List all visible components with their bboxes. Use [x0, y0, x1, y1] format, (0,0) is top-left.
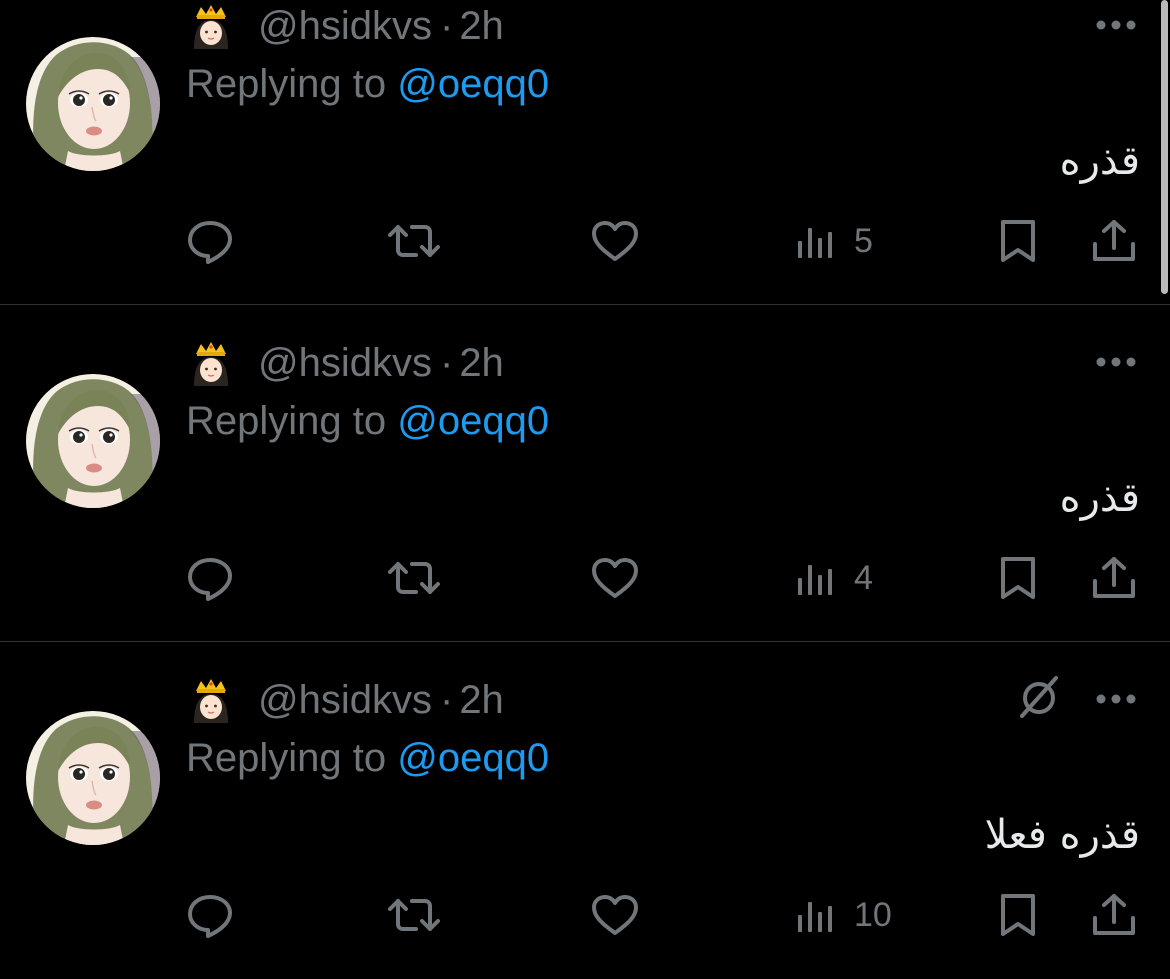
replying-to-handle-link[interactable]: @oeqq0: [397, 736, 549, 780]
bar-chart-icon: [798, 565, 832, 595]
tweet-header: @hsidkvs · 2h: [190, 0, 504, 54]
retweet-button[interactable]: [386, 892, 442, 938]
like-button[interactable]: [590, 892, 640, 938]
more-dots-icon[interactable]: [1094, 692, 1138, 706]
replying-to-handle-link[interactable]: @oeqq0: [397, 62, 549, 106]
reply-button[interactable]: [186, 892, 234, 938]
like-button[interactable]: [590, 218, 640, 264]
views-button[interactable]: 4: [796, 555, 873, 601]
speech-bubble-icon: [188, 558, 232, 601]
tweet-header: @hsidkvs · 2h: [190, 335, 504, 391]
heart-icon: [592, 221, 638, 261]
tweet-card[interactable]: @hsidkvs · 2h Replying to @oeqq0 قذره فع…: [0, 642, 1170, 979]
tweet-text: قذره فعلا: [984, 812, 1140, 858]
share-button[interactable]: [1090, 218, 1138, 264]
bookmark-button[interactable]: [996, 892, 1040, 938]
crowned-person-emoji-icon: [190, 340, 232, 386]
separator-dot: ·: [439, 340, 454, 385]
more-dots-icon[interactable]: [1094, 18, 1138, 32]
share-button[interactable]: [1090, 892, 1138, 938]
speech-bubble-icon: [188, 221, 232, 264]
user-handle[interactable]: @hsidkvs: [258, 4, 432, 49]
replying-to-line: Replying to @oeqq0: [186, 62, 549, 107]
replying-to-label: Replying to: [186, 736, 387, 780]
share-button[interactable]: [1090, 555, 1138, 601]
views-button[interactable]: 10: [796, 892, 892, 938]
bar-chart-icon: [798, 902, 832, 932]
replying-to-label: Replying to: [186, 62, 387, 106]
retweet-icon: [388, 562, 440, 594]
bar-chart-icon: [798, 228, 832, 258]
replying-to-handle-link[interactable]: @oeqq0: [397, 399, 549, 443]
crowned-person-emoji-icon: [190, 3, 232, 49]
avatar[interactable]: [26, 711, 160, 845]
heart-icon: [592, 558, 638, 598]
separator-dot: ·: [439, 677, 454, 722]
retweet-icon: [388, 225, 440, 257]
tweet-card[interactable]: @hsidkvs · 2h Replying to @oeqq0 قذره: [0, 305, 1170, 642]
bookmark-icon: [1001, 894, 1035, 936]
bookmark-button[interactable]: [996, 555, 1040, 601]
crowned-person-emoji-icon: [190, 677, 232, 723]
tweet-header: @hsidkvs · 2h: [190, 672, 504, 728]
views-count: 4: [854, 558, 873, 597]
speech-bubble-icon: [188, 895, 232, 938]
tweet-timeline: @hsidkvs · 2h Replying to @oeqq0 قذره 5 …: [0, 0, 1170, 970]
replying-to-label: Replying to: [186, 399, 387, 443]
tweet-actions: 4: [0, 555, 1170, 601]
scrollbar[interactable]: [1161, 0, 1168, 294]
timestamp[interactable]: 2h: [459, 4, 504, 49]
user-handle[interactable]: @hsidkvs: [258, 341, 432, 386]
reply-button[interactable]: [186, 218, 234, 264]
tweet-text: قذره: [1059, 475, 1140, 521]
tweet-actions: 5: [0, 218, 1170, 264]
retweet-button[interactable]: [386, 555, 442, 601]
like-button[interactable]: [590, 555, 640, 601]
separator-dot: ·: [439, 3, 454, 48]
timestamp[interactable]: 2h: [459, 341, 504, 386]
replying-to-line: Replying to @oeqq0: [186, 736, 549, 781]
retweet-button[interactable]: [386, 218, 442, 264]
retweet-icon: [388, 899, 440, 931]
more-dots-icon[interactable]: [1094, 355, 1138, 369]
views-count: 5: [854, 221, 873, 260]
reply-button[interactable]: [186, 555, 234, 601]
views-count: 10: [854, 895, 892, 934]
views-button[interactable]: 5: [796, 218, 873, 264]
bookmark-icon: [1001, 557, 1035, 599]
heart-icon: [592, 895, 638, 935]
bookmark-button[interactable]: [996, 218, 1040, 264]
bookmark-icon: [1001, 220, 1035, 262]
avatar[interactable]: [26, 374, 160, 508]
tweet-card[interactable]: @hsidkvs · 2h Replying to @oeqq0 قذره: [0, 0, 1170, 305]
translate-slash-icon[interactable]: [1014, 672, 1064, 722]
share-upload-icon: [1093, 557, 1135, 598]
share-upload-icon: [1093, 894, 1135, 935]
user-handle[interactable]: @hsidkvs: [258, 678, 432, 723]
tweet-text: قذره: [1059, 138, 1140, 184]
replying-to-line: Replying to @oeqq0: [186, 399, 549, 444]
timestamp[interactable]: 2h: [459, 678, 504, 723]
tweet-actions: 10: [0, 892, 1170, 938]
share-upload-icon: [1093, 220, 1135, 261]
avatar[interactable]: [26, 37, 160, 171]
